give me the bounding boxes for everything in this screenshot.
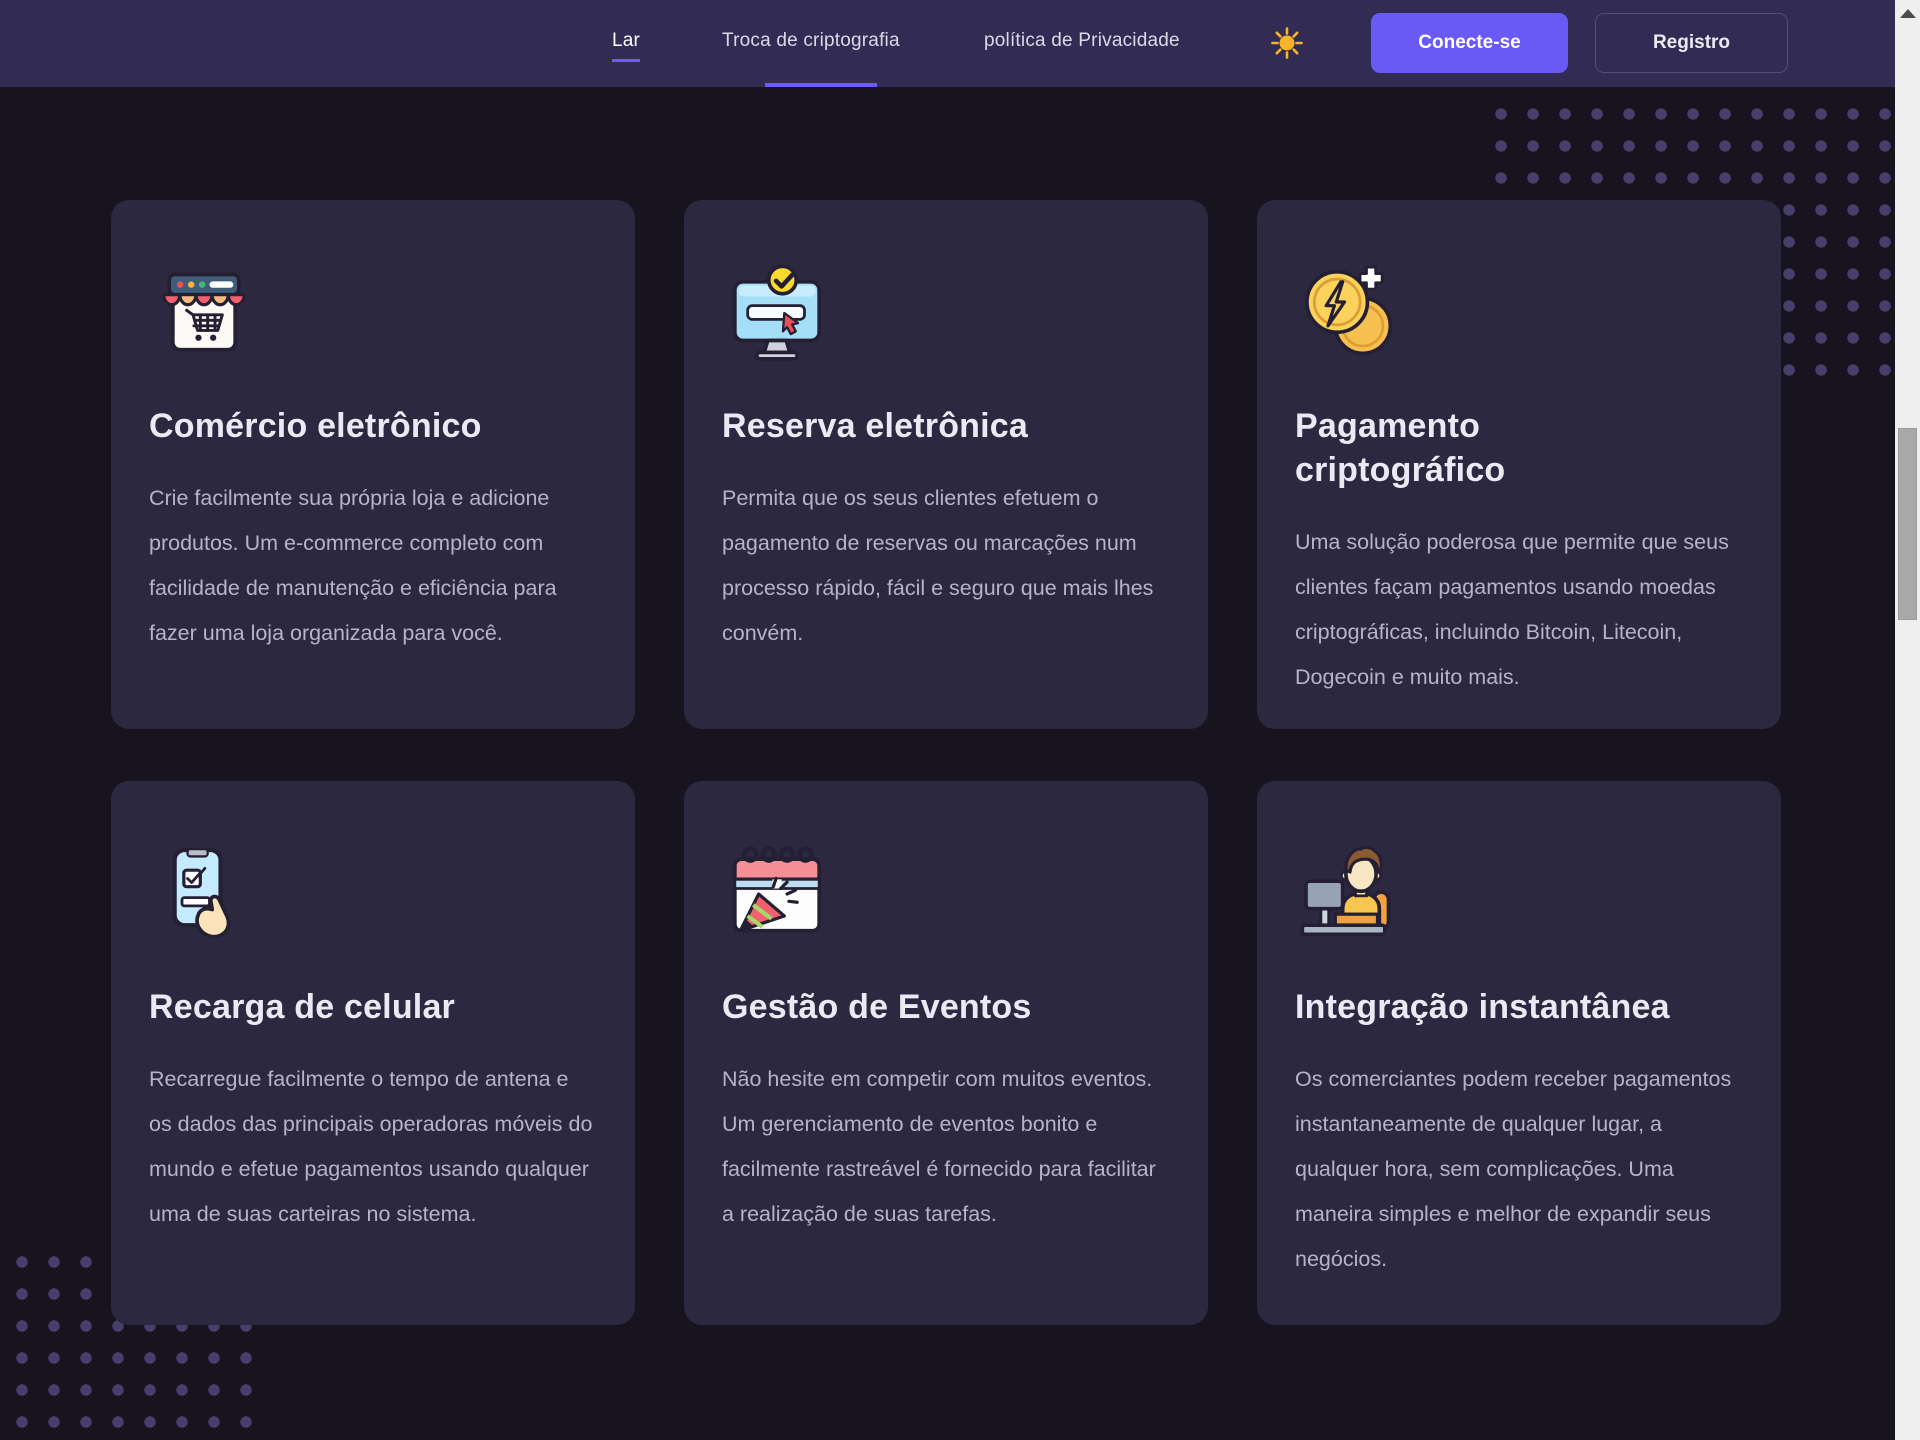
nav-link-home[interactable]: Lar [612, 30, 640, 62]
feature-title: Integração instantânea [1295, 985, 1741, 1029]
nav-active-indicator [765, 83, 877, 87]
feature-description: Não hesite em competir com muitos evento… [722, 1057, 1168, 1237]
feature-card-ecommerce: Comércio eletrônico Crie facilmente sua … [111, 200, 635, 729]
storefront-icon [149, 258, 595, 360]
nav-link-crypto-exchange[interactable]: Troca de criptografia [722, 30, 900, 52]
feature-title: Gestão de Eventos [722, 985, 1168, 1029]
scrollbar-thumb[interactable] [1898, 428, 1917, 620]
feature-description: Os comerciantes podem receber pagamentos… [1295, 1057, 1741, 1282]
feature-title: Reserva eletrônica [722, 404, 1168, 448]
booking-monitor-icon [722, 258, 1168, 360]
feature-description: Recarregue facilmente o tempo de antena … [149, 1057, 595, 1237]
nav-link-privacy-policy[interactable]: política de Privacidade [984, 30, 1180, 52]
feature-description: Permita que os seus clientes efetuem o p… [722, 476, 1168, 656]
feature-description: Uma solução poderosa que permite que seu… [1295, 520, 1741, 700]
merchant-desk-icon [1295, 839, 1741, 941]
feature-card-instant-integration: Integração instantânea Os comerciantes p… [1257, 781, 1781, 1325]
crypto-coins-icon [1295, 258, 1741, 360]
feature-description: Crie facilmente sua própria loja e adici… [149, 476, 595, 656]
login-button[interactable]: Conecte-se [1371, 13, 1568, 73]
event-calendar-icon [722, 839, 1168, 941]
feature-card-crypto-payment: Pagamento criptográfico Uma solução pode… [1257, 200, 1781, 729]
features-grid: Comércio eletrônico Crie facilmente sua … [111, 200, 1781, 1325]
theme-toggle-button[interactable] [1268, 25, 1306, 63]
feature-title: Pagamento criptográfico [1295, 404, 1575, 492]
phone-topup-icon [149, 839, 595, 941]
scrollbar-track[interactable] [1895, 0, 1920, 1440]
feature-card-event-management: Gestão de Eventos Não hesite em competir… [684, 781, 1208, 1325]
feature-card-mobile-topup: Recarga de celular Recarregue facilmente… [111, 781, 635, 1325]
feature-title: Recarga de celular [149, 985, 595, 1029]
scrollbar-up-arrow-icon[interactable] [1900, 9, 1916, 18]
navbar: Lar Troca de criptografia política de Pr… [0, 0, 1895, 87]
feature-title: Comércio eletrônico [149, 404, 595, 448]
feature-card-ebooking: Reserva eletrônica Permita que os seus c… [684, 200, 1208, 729]
sun-icon [1270, 48, 1304, 63]
register-button[interactable]: Registro [1595, 13, 1788, 73]
